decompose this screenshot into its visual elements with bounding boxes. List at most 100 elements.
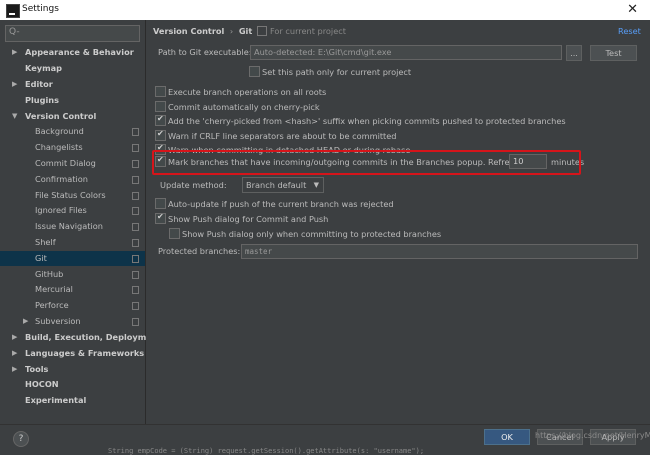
sidebar-item[interactable]: Ignored Files bbox=[0, 203, 145, 218]
option-checkbox[interactable] bbox=[155, 114, 166, 126]
project-level-icon bbox=[132, 255, 139, 263]
sidebar-item[interactable]: Experimental bbox=[0, 393, 145, 408]
sidebar-item[interactable]: ▶ Subversion bbox=[0, 314, 145, 329]
close-icon[interactable]: ✕ bbox=[627, 2, 638, 17]
collapsed-arrow-icon[interactable]: ▶ bbox=[12, 346, 17, 361]
help-button[interactable]: ? bbox=[13, 431, 29, 447]
sidebar-item-label: Plugins bbox=[25, 95, 60, 105]
sidebar-item-label: Editor bbox=[25, 79, 53, 89]
sidebar-item[interactable]: Plugins bbox=[0, 93, 145, 108]
sidebar-item[interactable]: Mercurial bbox=[0, 282, 145, 297]
sidebar-item-label: Tools bbox=[25, 364, 49, 374]
expanded-arrow-icon[interactable]: ▼ bbox=[12, 109, 17, 124]
update-method-label: Update method: bbox=[160, 180, 227, 190]
breadcrumb-separator: › bbox=[229, 26, 234, 36]
sidebar-item[interactable]: ▼ Version Control bbox=[0, 109, 145, 124]
project-level-icon bbox=[132, 318, 139, 326]
update-method-value: Branch default bbox=[246, 180, 307, 190]
sidebar-item-label: Languages & Frameworks bbox=[25, 348, 145, 358]
search-icon: Q- bbox=[9, 27, 20, 37]
scope-note: For current project bbox=[270, 26, 346, 36]
sidebar-item-label: Perforce bbox=[35, 300, 69, 310]
project-level-icon bbox=[132, 223, 139, 231]
sidebar-item-label: Subversion bbox=[35, 316, 81, 326]
ok-button[interactable]: OK bbox=[484, 429, 530, 445]
sidebar-item-label: HOCON bbox=[25, 379, 59, 389]
sidebar-item-label: Confirmation bbox=[35, 174, 88, 184]
sidebar-item-label: Build, Execution, Deployment bbox=[25, 332, 162, 342]
sidebar-item[interactable]: Keymap bbox=[0, 61, 145, 76]
settings-sidebar: Q- ▶ Appearance & Behavior Keymap ▶ Editor Pl… bbox=[0, 20, 162, 424]
intellij-app-icon bbox=[6, 4, 20, 18]
git-path-label: Path to Git executable: bbox=[158, 47, 252, 57]
sidebar-item[interactable]: Git bbox=[0, 251, 145, 266]
show-push-protected-checkbox[interactable] bbox=[169, 228, 180, 239]
protected-branches-label: Protected branches: bbox=[158, 246, 241, 256]
sidebar-item-label: Appearance & Behavior bbox=[25, 47, 134, 57]
sidebar-item[interactable]: Commit Dialog bbox=[0, 156, 145, 171]
option-label: Execute branch operations on all roots bbox=[168, 87, 327, 97]
collapsed-arrow-icon[interactable]: ▶ bbox=[12, 330, 17, 345]
sidebar-item-label: Keymap bbox=[25, 63, 63, 73]
sidebar-item[interactable]: Background bbox=[0, 124, 145, 139]
window-title: Settings bbox=[22, 4, 59, 14]
sidebar-item[interactable]: GitHub bbox=[0, 267, 145, 282]
git-path-field[interactable]: Auto-detected: E:\Git\cmd\git.exe bbox=[250, 45, 562, 60]
sidebar-item[interactable]: Confirmation bbox=[0, 172, 145, 187]
project-level-icon bbox=[132, 192, 139, 200]
git-settings-panel: Version Control › Git For current projec… bbox=[146, 20, 650, 424]
sidebar-item[interactable]: ▶ Build, Execution, Deployment bbox=[0, 330, 162, 345]
show-push-label: Show Push dialog for Commit and Push bbox=[168, 214, 329, 224]
search-input[interactable]: Q- bbox=[5, 25, 140, 42]
project-level-icon bbox=[132, 207, 139, 215]
collapsed-arrow-icon[interactable]: ▶ bbox=[23, 314, 28, 329]
project-level-icon bbox=[132, 302, 139, 310]
auto-update-label: Auto-update if push of the current branc… bbox=[168, 199, 394, 209]
browse-button[interactable]: ... bbox=[566, 45, 582, 61]
project-level-icon bbox=[132, 160, 139, 168]
sidebar-item-label: Ignored Files bbox=[35, 205, 87, 215]
option-label: Warn if CRLF line separators are about t… bbox=[168, 131, 397, 141]
project-level-icon bbox=[132, 144, 139, 152]
collapsed-arrow-icon[interactable]: ▶ bbox=[12, 77, 17, 92]
set-path-project-label: Set this path only for current project bbox=[262, 67, 412, 77]
collapsed-arrow-icon[interactable]: ▶ bbox=[12, 362, 17, 377]
protected-branches-field[interactable]: master bbox=[241, 244, 638, 259]
test-button[interactable]: Test bbox=[590, 45, 637, 61]
project-level-icon bbox=[132, 239, 139, 247]
window-title-bar: Settings ✕ bbox=[0, 0, 650, 20]
sidebar-item[interactable]: ▶ Editor bbox=[0, 77, 145, 92]
sidebar-item[interactable]: ▶ Tools bbox=[0, 362, 145, 377]
breadcrumb-version-control[interactable]: Version Control bbox=[153, 26, 224, 36]
option-checkbox[interactable] bbox=[155, 86, 166, 97]
auto-update-checkbox[interactable] bbox=[155, 198, 166, 209]
reset-link[interactable]: Reset bbox=[618, 26, 641, 36]
sidebar-item[interactable]: ▶ Appearance & Behavior bbox=[0, 45, 145, 60]
sidebar-item[interactable]: ▶ Languages & Frameworks bbox=[0, 346, 145, 361]
sidebar-item[interactable]: File Status Colors bbox=[0, 188, 145, 203]
option-label: Commit automatically on cherry-pick bbox=[168, 102, 320, 112]
breadcrumb-git: Git bbox=[238, 26, 253, 36]
sidebar-item[interactable]: Shelf bbox=[0, 235, 145, 250]
project-scope-icon bbox=[257, 26, 267, 36]
option-checkbox[interactable] bbox=[155, 129, 166, 141]
sidebar-item-label: Commit Dialog bbox=[35, 158, 96, 168]
show-push-checkbox[interactable] bbox=[155, 212, 166, 224]
sidebar-item-label: File Status Colors bbox=[35, 190, 106, 200]
set-path-project-checkbox[interactable] bbox=[249, 66, 260, 77]
sidebar-item[interactable]: Issue Navigation bbox=[0, 219, 145, 234]
update-method-dropdown[interactable]: Branch default ▼ bbox=[242, 177, 324, 193]
collapsed-arrow-icon[interactable]: ▶ bbox=[12, 45, 17, 60]
project-level-icon bbox=[132, 176, 139, 184]
breadcrumb: Version Control › Git bbox=[153, 26, 252, 36]
option-checkbox[interactable] bbox=[155, 101, 166, 112]
project-level-icon bbox=[132, 286, 139, 294]
highlight-box bbox=[152, 150, 581, 175]
sidebar-item-label: Background bbox=[35, 126, 84, 136]
sidebar-item-label: Experimental bbox=[25, 395, 87, 405]
sidebar-item[interactable]: Perforce bbox=[0, 298, 145, 313]
sidebar-item[interactable]: HOCON bbox=[0, 377, 145, 392]
sidebar-item[interactable]: Changelists bbox=[0, 140, 145, 155]
sidebar-item-label: Git bbox=[35, 253, 47, 263]
sidebar-item-label: Issue Navigation bbox=[35, 221, 103, 231]
